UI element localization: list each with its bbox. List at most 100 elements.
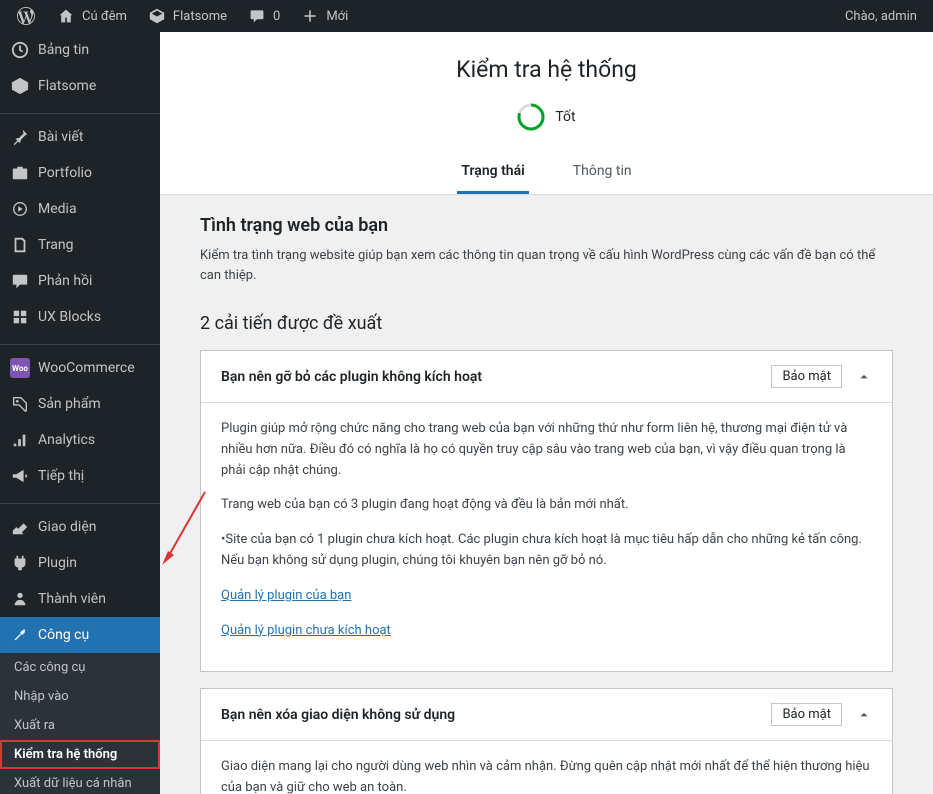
- sidebar-item-label: Sản phẩm: [38, 396, 101, 412]
- submenu-item-export-personal[interactable]: Xuất dữ liệu cá nhân: [0, 769, 160, 794]
- tools-submenu: Các công cụ Nhập vào Xuất ra Kiểm tra hệ…: [0, 653, 160, 794]
- flatsome-icon: [10, 76, 30, 96]
- admin-sidebar: Bảng tin Flatsome Bài viết Portfolio Med…: [0, 32, 160, 794]
- sidebar-item-uxblocks[interactable]: UX Blocks: [0, 299, 160, 335]
- sidebar-item-label: Trang: [38, 237, 74, 253]
- sidebar-item-portfolio[interactable]: Portfolio: [0, 155, 160, 191]
- wordpress-icon: [16, 6, 36, 26]
- wp-logo[interactable]: [8, 6, 44, 26]
- issues-title: 2 cải tiến được đề xuất: [200, 313, 893, 334]
- health-tabs: Trạng thái Thông tin: [180, 151, 913, 194]
- health-header: Kiểm tra hệ thống Tốt Trạng thái Thông t…: [160, 32, 933, 195]
- health-item-toggle[interactable]: Bạn nên gỡ bỏ các plugin không kích hoạt…: [201, 351, 892, 402]
- media-icon: [10, 199, 30, 219]
- tab-status[interactable]: Trạng thái: [457, 151, 528, 194]
- chevron-up-icon: [856, 369, 872, 385]
- chevron-up-icon: [856, 707, 872, 723]
- sidebar-item-label: Portfolio: [38, 165, 92, 181]
- manage-inactive-plugins-link[interactable]: Quản lý plugin chưa kích hoạt: [221, 621, 391, 642]
- plus-icon: [300, 6, 320, 26]
- page-title: Kiểm tra hệ thống: [180, 56, 913, 83]
- flatsome-icon: [147, 6, 167, 26]
- security-badge: Bảo mật: [771, 365, 842, 388]
- sidebar-item-label: Media: [38, 201, 77, 217]
- analytics-icon: [10, 430, 30, 450]
- sidebar-item-tools[interactable]: Công cụ: [0, 617, 160, 653]
- sidebar-item-label: UX Blocks: [38, 309, 101, 325]
- site-name-label: Cú đêm: [82, 9, 127, 24]
- sidebar-item-flatsome[interactable]: Flatsome: [0, 68, 160, 104]
- status-label: Tốt: [555, 109, 575, 125]
- sidebar-item-posts[interactable]: Bài viết: [0, 119, 160, 155]
- sidebar-item-marketing[interactable]: Tiếp thị: [0, 458, 160, 494]
- health-item-title: Bạn nên gỡ bỏ các plugin không kích hoạt: [221, 369, 482, 385]
- user-greeting[interactable]: Chào, admin: [837, 9, 925, 24]
- sidebar-item-pages[interactable]: Trang: [0, 227, 160, 263]
- greeting-label: Chào, admin: [845, 9, 917, 24]
- sidebar-item-label: Bài viết: [38, 129, 83, 145]
- sidebar-item-plugins[interactable]: Plugin: [0, 545, 160, 581]
- health-item-toggle[interactable]: Bạn nên xóa giao diện không sử dụng Bảo …: [201, 689, 892, 740]
- portfolio-icon: [10, 163, 30, 183]
- sidebar-item-label: WooCommerce: [38, 360, 135, 376]
- sidebar-item-users[interactable]: Thành viên: [0, 581, 160, 617]
- submenu-item-site-health[interactable]: Kiểm tra hệ thống: [0, 740, 160, 769]
- sidebar-item-label: Bảng tin: [38, 42, 89, 58]
- sidebar-item-media[interactable]: Media: [0, 191, 160, 227]
- home-icon: [56, 6, 76, 26]
- site-name-link[interactable]: Cú đêm: [48, 6, 135, 26]
- main-content: Kiểm tra hệ thống Tốt Trạng thái Thông t…: [160, 32, 933, 794]
- plugin-icon: [10, 553, 30, 573]
- manage-plugins-link[interactable]: Quản lý plugin của bạn: [221, 586, 351, 607]
- sidebar-item-label: Tiếp thị: [38, 468, 84, 484]
- comment-icon: [10, 271, 30, 291]
- health-item-body: Plugin giúp mở rộng chức năng cho trang …: [201, 402, 892, 671]
- sidebar-item-label: Plugin: [38, 555, 77, 571]
- users-icon: [10, 589, 30, 609]
- body-description: Kiểm tra tình trạng website giúp bạn xem…: [200, 246, 893, 285]
- sidebar-item-label: Flatsome: [38, 78, 96, 94]
- sidebar-item-label: Giao diện: [38, 519, 96, 535]
- health-item-text: Giao diện mang lại cho người dùng web nh…: [221, 757, 872, 794]
- theme-link[interactable]: Flatsome: [139, 6, 235, 26]
- health-status: Tốt: [180, 103, 913, 131]
- comments-count: 0: [273, 9, 280, 24]
- sidebar-item-woocommerce[interactable]: Woo WooCommerce: [0, 350, 160, 386]
- security-badge: Bảo mật: [771, 703, 842, 726]
- health-item-title: Bạn nên xóa giao diện không sử dụng: [221, 707, 455, 723]
- submenu-item-import[interactable]: Nhập vào: [0, 682, 160, 711]
- sidebar-item-label: Thành viên: [38, 591, 106, 607]
- health-item-text: •Site của bạn có 1 plugin chưa kích hoạt…: [221, 530, 872, 572]
- health-item-text: Trang web của bạn có 3 plugin đang hoạt …: [221, 495, 872, 516]
- tools-icon: [10, 625, 30, 645]
- health-item-body: Giao diện mang lại cho người dùng web nh…: [201, 740, 892, 794]
- sidebar-item-products[interactable]: Sản phẩm: [0, 386, 160, 422]
- body-title: Tình trạng web của bạn: [200, 215, 893, 236]
- comment-icon: [247, 6, 267, 26]
- sidebar-item-label: Analytics: [38, 432, 95, 448]
- theme-name-label: Flatsome: [173, 9, 227, 24]
- new-content-link[interactable]: Mới: [292, 6, 356, 26]
- progress-circle-icon: [517, 103, 545, 131]
- sidebar-item-analytics[interactable]: Analytics: [0, 422, 160, 458]
- sidebar-item-comments[interactable]: Phản hồi: [0, 263, 160, 299]
- dashboard-icon: [10, 40, 30, 60]
- submenu-item-export[interactable]: Xuất ra: [0, 711, 160, 740]
- marketing-icon: [10, 466, 30, 486]
- appearance-icon: [10, 517, 30, 537]
- new-label: Mới: [326, 9, 348, 24]
- admin-bar: Cú đêm Flatsome 0 Mới Chào, admin: [0, 0, 933, 32]
- health-item-text: Plugin giúp mở rộng chức năng cho trang …: [221, 419, 872, 481]
- sidebar-item-dashboard[interactable]: Bảng tin: [0, 32, 160, 68]
- sidebar-item-label: Công cụ: [38, 627, 89, 643]
- health-check-item: Bạn nên xóa giao diện không sử dụng Bảo …: [200, 688, 893, 794]
- pin-icon: [10, 127, 30, 147]
- sidebar-item-appearance[interactable]: Giao diện: [0, 509, 160, 545]
- submenu-item-available-tools[interactable]: Các công cụ: [0, 653, 160, 682]
- sidebar-item-label: Phản hồi: [38, 273, 92, 289]
- comments-link[interactable]: 0: [239, 6, 288, 26]
- tab-info[interactable]: Thông tin: [569, 151, 636, 194]
- blocks-icon: [10, 307, 30, 327]
- product-icon: [10, 394, 30, 414]
- woo-icon: Woo: [10, 358, 30, 378]
